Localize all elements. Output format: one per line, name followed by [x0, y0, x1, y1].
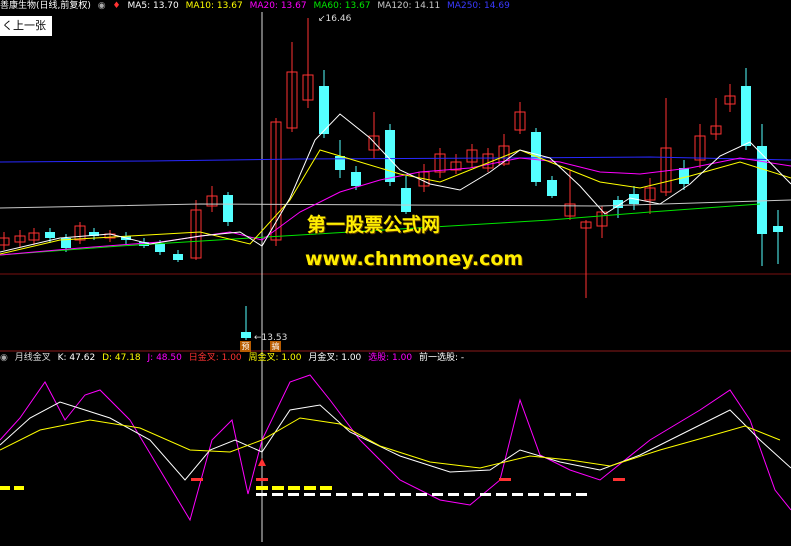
select-signal: [256, 493, 267, 496]
select-signal: [400, 493, 411, 496]
select-signal: [448, 493, 459, 496]
up-arrow-icon: ♦: [112, 1, 121, 11]
candle-body-down: [679, 168, 689, 184]
chart-area[interactable]: ↙16.46 ←13.53: [0, 0, 791, 542]
ma250-line: [0, 156, 791, 163]
daily-cross-signal: [613, 478, 625, 481]
ma60-label: MA60: 13.67: [313, 1, 371, 11]
candle-body-down: [401, 188, 411, 212]
ma120-label: MA120: 14.11: [377, 1, 441, 11]
stock-title: 善康生物(日线,前复权): [0, 1, 91, 11]
candle-body-down: [45, 232, 55, 238]
ma20-label: MA20: 13.67: [249, 1, 307, 11]
daily-cross-signal: [499, 478, 511, 481]
select-signal: [528, 493, 539, 496]
indicator-settings-icon[interactable]: ◉: [0, 353, 8, 363]
candle-body-down: [241, 332, 251, 338]
indicator-legend: ◉ 月线金叉 K: 47.62 D: 47.18 J: 48.50 日金叉: 1…: [0, 352, 468, 364]
select-signal: [576, 493, 587, 496]
candle-body-down: [155, 244, 165, 252]
weekly-cross-label: 周金叉: 1.00: [248, 353, 302, 363]
daily-cross-signal: [256, 478, 268, 481]
j-label: J: 48.50: [147, 353, 182, 363]
weekly-cross-signal: [320, 486, 332, 490]
candle-body-down: [547, 180, 557, 196]
d-label: D: 47.18: [102, 353, 141, 363]
ma250-label: MA250: 14.69: [447, 1, 510, 11]
select-signal: [272, 493, 283, 496]
select-signal: [352, 493, 363, 496]
weekly-cross-signal: [288, 486, 300, 490]
candle-body-down: [741, 86, 751, 146]
candle-body-down: [335, 156, 345, 170]
select-signal: [512, 493, 523, 496]
watermark-title: 第一股票公式网: [307, 214, 441, 236]
ma10-label: MA10: 13.67: [185, 1, 243, 11]
chart-canvas[interactable]: ↙16.46←13.53: [0, 0, 791, 542]
candle-body-down: [531, 132, 541, 182]
select-label: 选股: 1.00: [368, 353, 413, 363]
select-signal: [368, 493, 379, 496]
marker-gao: 搞: [270, 341, 281, 352]
ma5-label: MA5: 13.70: [127, 1, 179, 11]
prev-image-button[interactable]: く上一张: [0, 16, 52, 36]
select-signal: [480, 493, 491, 496]
indicator-name: 月线金叉: [14, 353, 51, 363]
left-chevron-icon: く: [2, 19, 13, 32]
select-signal: [432, 493, 443, 496]
monthly-cross-label: 月金叉: 1.00: [308, 353, 362, 363]
weekly-cross-signal: [14, 486, 24, 490]
cross-arrow-icon: [258, 458, 266, 466]
ma120-line: [0, 199, 791, 209]
select-signal: [560, 493, 571, 496]
select-signal: [464, 493, 475, 496]
select-signal: [544, 493, 555, 496]
prev-select-label: 前一选股: -: [418, 353, 465, 363]
high-price-label: ↙16.46: [318, 14, 352, 24]
select-signal: [288, 493, 299, 496]
k-line: [0, 401, 791, 481]
select-signal: [496, 493, 507, 496]
weekly-cross-signal: [272, 486, 284, 490]
select-signal: [416, 493, 427, 496]
weekly-cross-signal: [0, 486, 10, 490]
daily-cross-signal: [191, 478, 203, 481]
candle-body-down: [223, 195, 233, 222]
select-signal: [384, 493, 395, 496]
main-legend: 善康生物(日线,前复权) ◉ ♦ MA5: 13.70 MA10: 13.67 …: [0, 0, 514, 12]
settings-icon[interactable]: ◉: [98, 1, 106, 11]
j-line: [0, 374, 791, 522]
daily-cross-label: 日金叉: 1.00: [188, 353, 242, 363]
candle-body-down: [173, 254, 183, 260]
weekly-cross-signal: [304, 486, 316, 490]
select-signal: [304, 493, 315, 496]
k-label: K: 47.62: [57, 353, 96, 363]
select-signal: [336, 493, 347, 496]
watermark-url: www.chnmoney.com: [305, 248, 524, 270]
candle-body-down: [773, 226, 783, 232]
marker-yu: 预: [240, 341, 251, 352]
candle-body-down: [351, 172, 361, 186]
select-signal: [320, 493, 331, 496]
weekly-cross-signal: [256, 486, 268, 490]
